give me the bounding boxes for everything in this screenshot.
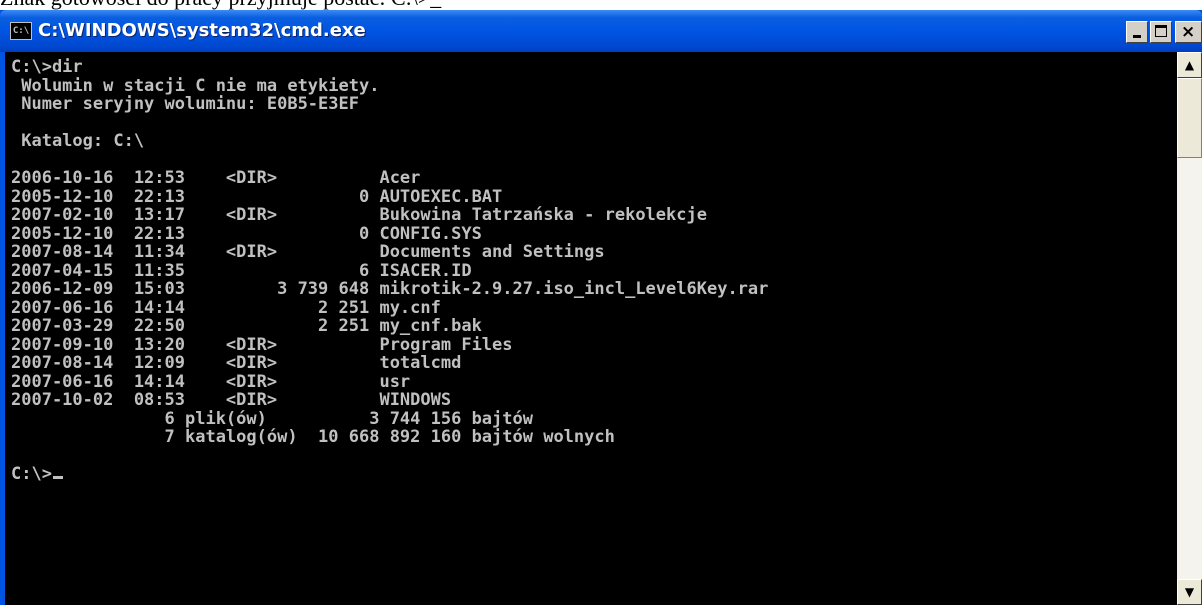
console-line: 2007-08-14 12:09 <DIR> totalcmd bbox=[11, 353, 462, 373]
close-button[interactable]: × bbox=[1175, 21, 1202, 43]
console-line: 2006-12-09 15:03 3 739 648 mikrotik-2.9.… bbox=[11, 279, 769, 299]
console-line: 2007-03-29 22:50 2 251 my_cnf.bak bbox=[11, 316, 482, 336]
console-line: Numer seryjny woluminu: E0B5-E3EF bbox=[11, 94, 359, 114]
scroll-down-button[interactable]: ▼ bbox=[1177, 579, 1202, 605]
cmd-window: C:\ C:\WINDOWS\system32\cmd.exe × C:\>di… bbox=[0, 10, 1202, 605]
maximize-button[interactable] bbox=[1150, 21, 1172, 43]
minimize-button[interactable] bbox=[1126, 21, 1148, 43]
vertical-scrollbar[interactable]: ▲ ▼ bbox=[1177, 52, 1202, 605]
console-line: 2006-10-16 12:53 <DIR> Acer bbox=[11, 168, 421, 188]
document-text-above: Znak gotowości do pracy przyjmuje postać… bbox=[0, 0, 1202, 10]
minimize-icon bbox=[1133, 35, 1141, 38]
cmd-icon[interactable]: C:\ bbox=[10, 22, 32, 40]
console-line: C:\>dir bbox=[11, 57, 83, 77]
console-area[interactable]: C:\>dir Wolumin w stacji C nie ma etykie… bbox=[5, 52, 1177, 605]
text-cursor bbox=[52, 476, 63, 479]
console-line: 2007-06-16 14:14 <DIR> usr bbox=[11, 371, 411, 392]
window-title: C:\WINDOWS\system32\cmd.exe bbox=[38, 20, 366, 41]
console-line: Katalog: C:\ bbox=[11, 131, 145, 151]
console-line: 2005-12-10 22:13 0 AUTOEXEC.BAT bbox=[11, 186, 503, 207]
console-line: 2007-06-16 14:14 2 251 my.cnf bbox=[11, 297, 441, 318]
console-line: 2007-08-14 11:34 <DIR> Documents and Set… bbox=[11, 242, 605, 262]
console-line: 7 katalog(ów) 10 668 892 160 bajtów woln… bbox=[11, 427, 615, 447]
console-line: 2007-10-02 08:53 <DIR> WINDOWS bbox=[11, 390, 452, 410]
console-prompt: C:\> bbox=[11, 464, 52, 484]
console-line: 2007-02-10 13:17 <DIR> Bukowina Tatrzańs… bbox=[11, 205, 707, 225]
close-icon: × bbox=[1181, 22, 1196, 42]
console-line: 6 plik(ów) 3 744 156 bajtów bbox=[11, 408, 533, 429]
scroll-thumb[interactable] bbox=[1177, 78, 1202, 158]
scroll-down-icon: ▼ bbox=[1184, 585, 1195, 599]
console-line: 2007-09-10 13:20 <DIR> Program Files bbox=[11, 334, 513, 355]
scroll-up-icon: ▲ bbox=[1184, 58, 1195, 72]
console-line: Wolumin w stacji C nie ma etykiety. bbox=[11, 75, 380, 96]
console-prompt-line: C:\> bbox=[11, 465, 768, 484]
console-line: 2005-12-10 22:13 0 CONFIG.SYS bbox=[11, 223, 482, 244]
title-bar[interactable]: C:\ C:\WINDOWS\system32\cmd.exe × bbox=[0, 10, 1202, 52]
console-line: 2007-04-15 11:35 6 ISACER.ID bbox=[11, 260, 472, 281]
scroll-up-button[interactable]: ▲ bbox=[1177, 52, 1202, 78]
maximize-icon bbox=[1155, 25, 1167, 37]
console-output: C:\>dir Wolumin w stacji C nie ma etykie… bbox=[11, 58, 768, 484]
